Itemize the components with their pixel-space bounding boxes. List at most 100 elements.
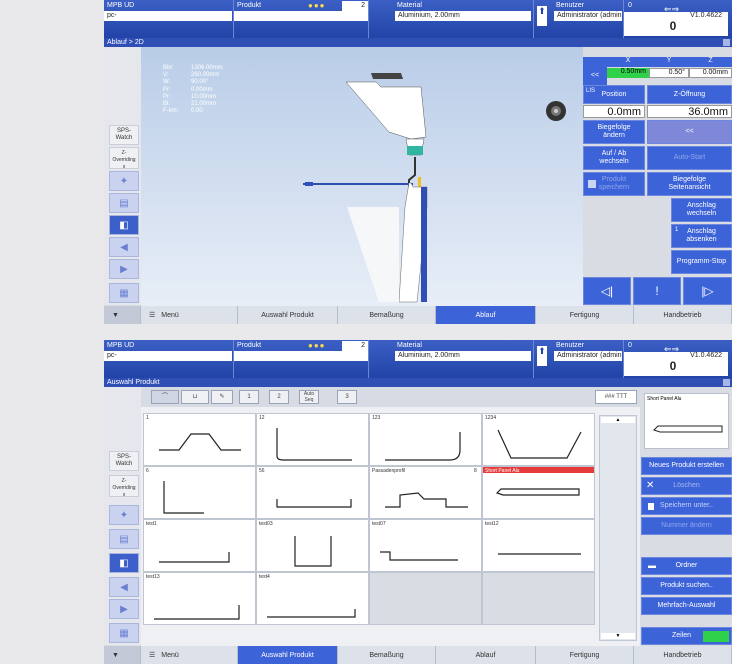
step-forward-icon[interactable]: |▷ <box>683 277 732 305</box>
product-cell[interactable]: test13 <box>143 572 256 625</box>
view-3-button[interactable]: 3 <box>337 390 357 404</box>
rows-input[interactable] <box>703 631 729 642</box>
tab-sequence[interactable]: Ablauf <box>436 646 536 664</box>
product-cell[interactable]: test4 <box>256 572 369 625</box>
up-down-button[interactable]: Auf / Ab wechseln <box>583 146 645 170</box>
product-cell[interactable]: test12 <box>482 519 595 572</box>
scroll-down-icon[interactable]: ▼ <box>104 306 141 324</box>
z-override-button[interactable]: Z- Overriding x <box>109 475 139 498</box>
sort-button[interactable]: ### TTT <box>595 390 637 404</box>
calculator-icon[interactable]: ▤ <box>109 529 139 549</box>
tab-menu[interactable]: ☰ Menü <box>141 306 238 324</box>
scroll-down-icon[interactable]: ▼ <box>104 646 141 664</box>
z-override-button[interactable]: Z- Overriding x <box>109 147 139 170</box>
star-folder-icon[interactable]: ✦ <box>109 505 139 525</box>
user-cell[interactable]: ⬆ Benutzer Administrator (admin) <box>534 340 624 378</box>
material-value: Aluminium, 2.00mm <box>395 351 531 361</box>
alert-icon[interactable]: ! <box>633 277 681 305</box>
version-text: V1.0.4622 <box>690 352 722 359</box>
sps-watch-button[interactable]: SPS- Watch <box>109 451 139 471</box>
tab-manual[interactable]: Handbetrieb <box>634 306 732 324</box>
product-cell[interactable]: 6 <box>143 466 256 519</box>
search-product-button[interactable]: Produkt suchen.. <box>641 577 732 595</box>
chart-icon[interactable]: ▦ <box>109 283 139 303</box>
close-icon[interactable] <box>723 39 730 46</box>
position-label: Position <box>601 90 627 98</box>
product-cell[interactable]: 12 <box>256 413 369 466</box>
sps-watch-button[interactable]: SPS- Watch <box>109 125 139 145</box>
product-cell[interactable]: test07 <box>369 519 482 572</box>
auto-seq-button[interactable]: Auto Seq <box>299 390 319 404</box>
product-dots: ●●● <box>308 1 326 10</box>
product-value <box>234 11 368 21</box>
sequence-side-view-button[interactable]: Biegefolge Seitenansicht <box>647 172 732 196</box>
tool-view-icon[interactable]: ⊔ <box>181 390 209 404</box>
z-opening-button[interactable]: Z-Öffnung <box>647 85 732 104</box>
multi-select-button[interactable]: Mehrfach-Auswahl <box>641 597 732 615</box>
tab-manual[interactable]: Handbetrieb <box>634 646 732 664</box>
user-number: 0 <box>628 2 632 9</box>
tab-dimensioning[interactable]: Bemaßung <box>338 306 436 324</box>
upload-icon[interactable]: ⬆ <box>537 346 547 366</box>
rows-control[interactable]: Zeilen <box>641 627 732 645</box>
product-cell[interactable]: 56 <box>256 466 369 519</box>
profile-view-icon[interactable]: ⌒ <box>151 390 179 404</box>
y-label: Y <box>649 57 689 67</box>
right-arrow-icon[interactable]: ▶ <box>109 259 139 279</box>
view-2-button[interactable]: 2 <box>269 390 289 404</box>
product-cell[interactable]: 1234 <box>482 413 595 466</box>
right-arrow-icon[interactable]: ▶ <box>109 599 139 619</box>
lower-stop-button[interactable]: 1 Anschlag absenken <box>671 224 732 248</box>
chart-icon[interactable]: ▦ <box>109 623 139 643</box>
product-cell[interactable]: Produkt ●●● 2 <box>234 340 369 378</box>
save-as-button[interactable]: Speichern unter.. <box>641 497 732 515</box>
back-button[interactable]: << <box>647 120 732 144</box>
tab-sequence[interactable]: Ablauf <box>436 306 536 324</box>
scrollbar[interactable]: ▲ ▼ <box>599 415 637 641</box>
calculator-icon[interactable]: ▤ <box>109 193 139 213</box>
tab-select-product[interactable]: Auswahl Produkt <box>238 306 338 324</box>
profile-shape <box>294 536 332 567</box>
user-cell[interactable]: ⬆ Benutzer Administrator (admin) <box>534 0 624 38</box>
product-cell[interactable]: 123 <box>369 413 482 466</box>
tab-select-product[interactable]: Auswahl Produkt <box>238 646 338 664</box>
product-cell[interactable]: 1 <box>143 413 256 466</box>
delete-button[interactable]: ✕ Löschen <box>641 477 732 495</box>
autostart-button[interactable]: Auto-Start <box>647 146 732 170</box>
product-cell[interactable]: Passadenprofil 8 <box>369 466 482 519</box>
star-folder-icon[interactable]: ✦ <box>109 171 139 191</box>
preview-label: Short Panel Alu <box>647 396 682 402</box>
tab-menu[interactable]: ☰ Menü <box>141 646 238 664</box>
pencil-icon[interactable]: ✎ <box>211 390 233 404</box>
product-cell[interactable]: test1 <box>143 519 256 572</box>
view-1-button[interactable]: 1 <box>239 390 259 404</box>
bottom-tabs: ▼ ☰ Menü Auswahl Produkt Bemaßung Ablauf … <box>104 646 732 664</box>
program-stop-button[interactable]: Programm-Stop <box>671 250 732 274</box>
product-cell[interactable]: Short Panel Alu <box>482 466 595 519</box>
folder-button[interactable]: ▬ Ordner <box>641 557 732 575</box>
tab-production[interactable]: Fertigung <box>536 306 634 324</box>
tab-dimensioning[interactable]: Bemaßung <box>338 646 436 664</box>
product-cell[interactable]: Produkt ●●● 2 <box>234 0 369 38</box>
product-cell[interactable]: test03 <box>256 519 369 572</box>
scroll-up-icon[interactable]: ▲ <box>601 417 635 423</box>
product-number: 2 <box>342 341 368 351</box>
view-2d-icon[interactable]: ◧ <box>109 215 139 235</box>
folder-icon: ▬ <box>648 561 656 570</box>
view-2d-icon[interactable]: ◧ <box>109 553 139 573</box>
z-value: 0.00mm <box>689 68 732 78</box>
change-stop-button[interactable]: Anschlag wechseln <box>671 198 732 222</box>
close-icon[interactable] <box>723 379 730 386</box>
material-label: Material <box>397 2 422 9</box>
change-sequence-button[interactable]: Biegefolge ändern <box>583 120 645 144</box>
position-button[interactable]: LIS Position <box>583 85 645 104</box>
save-product-button[interactable]: Produkt speichern <box>583 172 645 196</box>
new-product-button[interactable]: Neues Produkt erstellen <box>641 457 732 475</box>
scroll-down-arrow-icon[interactable]: ▼ <box>601 633 635 639</box>
change-number-button[interactable]: Nummer ändern <box>641 517 732 535</box>
left-arrow-icon[interactable]: ◀ <box>109 237 139 257</box>
left-arrow-icon[interactable]: ◀ <box>109 577 139 597</box>
tab-production[interactable]: Fertigung <box>536 646 634 664</box>
upload-icon[interactable]: ⬆ <box>537 6 547 26</box>
step-back-icon[interactable]: ◁| <box>583 277 631 305</box>
